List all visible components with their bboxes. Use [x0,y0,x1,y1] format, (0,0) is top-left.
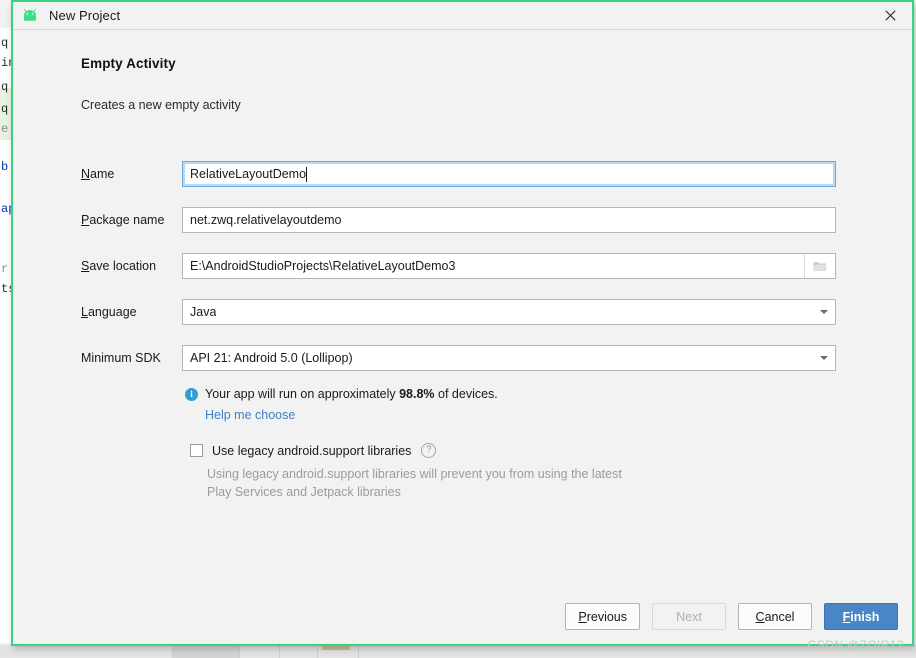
label-name: Name [81,161,114,187]
taskbar-item-active[interactable] [173,645,240,658]
cancel-mnemonic: C [755,609,765,624]
dialog-titlebar: New Project [13,2,912,30]
taskbar[interactable] [0,645,916,658]
coverage-text-before: Your app will run on approximately [205,387,400,401]
form-row-minimum-sdk: Minimum SDK API 21: Android 5.0 (Lollipo… [81,345,836,371]
legacy-libraries-checkbox[interactable] [190,444,203,457]
page-description: Creates a new empty activity [81,98,241,112]
bg-code-char: q [1,102,9,116]
finish-label-rest: inish [850,609,880,624]
bg-code-char: r [1,262,9,276]
dialog-body: Empty Activity Creates a new empty activ… [13,30,912,620]
bg-code-char: e [1,122,9,136]
label-language-mnemonic: L [81,305,88,319]
language-select-value: Java [190,305,217,319]
dialog-footer: Previous Next Cancel Finish [13,589,912,644]
coverage-text-after: of devices. [434,387,498,401]
coverage-percentage: 98.8% [399,387,435,401]
label-name-rest: ame [90,167,115,181]
chevron-down-icon[interactable] [813,300,835,324]
new-project-dialog: New Project Empty Activity Creates a new… [11,0,914,646]
taskbar-rest[interactable] [359,645,916,658]
form-row-package-name: Package name net.zwq.relativelayoutdemo [81,207,836,233]
android-robot-icon [23,8,40,22]
label-language: Language [81,299,137,325]
legacy-libraries-label: Use legacy android.support libraries [212,443,412,458]
name-input[interactable]: RelativeLayoutDemo [182,161,836,187]
package-name-input[interactable]: net.zwq.relativelayoutdemo [182,207,836,233]
minimum-sdk-select-value: API 21: Android 5.0 (Lollipop) [190,351,353,365]
label-language-rest: anguage [87,305,137,319]
label-package-rest: ackage name [89,213,165,227]
help-me-choose-link[interactable]: Help me choose [205,408,295,422]
cancel-button[interactable]: Cancel [738,603,812,630]
finish-button[interactable]: Finish [824,603,898,630]
device-coverage-info: i Your app will run on approximately 98.… [185,387,498,401]
taskbar-item[interactable] [0,645,173,658]
chevron-down-icon[interactable] [813,346,835,370]
minimum-sdk-select[interactable]: API 21: Android 5.0 (Lollipop) [182,345,836,371]
device-coverage-text: Your app will run on approximately 98.8%… [205,387,498,401]
legacy-libraries-note: Using legacy android.support libraries w… [207,467,622,499]
taskbar-item[interactable] [280,645,318,658]
label-save-location: Save location [81,253,156,279]
previous-button[interactable]: Previous [565,603,640,630]
text-cursor [306,166,308,182]
previous-mnemonic: P [578,609,587,624]
page-title: Empty Activity [81,56,176,71]
next-button[interactable]: Next [652,603,726,630]
bg-code-char: b [1,160,9,174]
question-mark-icon[interactable]: ? [421,443,437,458]
form-row-save-location: Save location E:\AndroidStudioProjects\R… [81,253,836,279]
previous-label-rest: revious [586,609,627,624]
form-row-language: Language Java [81,299,836,325]
save-location-input[interactable]: E:\AndroidStudioProjects\RelativeLayoutD… [182,253,836,279]
dialog-title: New Project [49,8,121,23]
finish-mnemonic: F [842,609,851,624]
package-name-value: net.zwq.relativelayoutdemo [190,213,342,227]
bg-code-char: q [1,36,9,50]
form-row-name: Name RelativeLayoutDemo [81,161,836,187]
name-input-value: RelativeLayoutDemo [190,167,307,181]
language-select[interactable]: Java [182,299,836,325]
folder-icon[interactable] [804,254,835,278]
taskbar-item-accent[interactable] [318,645,359,658]
label-name-mnemonic: N [81,167,91,181]
legacy-libraries-row[interactable]: Use legacy android.support libraries ? [190,443,437,458]
info-icon: i [185,388,198,401]
bg-code-char: q [1,80,9,94]
save-location-value: E:\AndroidStudioProjects\RelativeLayoutD… [190,259,456,273]
taskbar-item[interactable] [240,645,280,658]
cancel-label-rest: ancel [764,609,795,624]
label-minimum-sdk: Minimum SDK [81,351,161,365]
label-save-rest: ave location [89,259,157,273]
label-package-name: Package name [81,207,164,233]
close-icon[interactable] [868,2,912,28]
